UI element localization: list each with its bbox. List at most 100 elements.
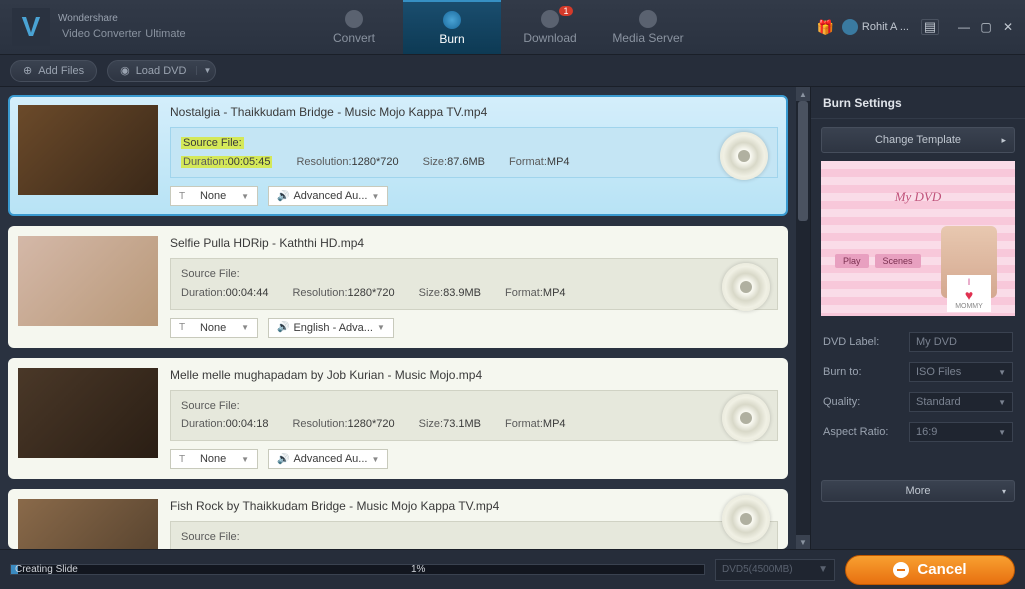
file-list: Nostalgia - Thaikkudam Bridge - Music Mo… [0, 87, 796, 549]
video-thumbnail[interactable] [18, 499, 158, 549]
load-dvd-button[interactable]: ◉ Load DVD ▼ [107, 60, 216, 82]
progress-percent: 1% [411, 564, 425, 575]
card-body: Fish Rock by Thaikkudam Bridge - Music M… [170, 499, 778, 539]
scroll-track[interactable] [796, 101, 810, 535]
cancel-button[interactable]: Cancel [845, 555, 1015, 585]
tab-burn[interactable]: Burn [403, 0, 501, 54]
convert-icon [345, 10, 363, 28]
dvd-size-select[interactable]: DVD5(4500MB)▼ [715, 559, 835, 581]
file-details: Source File: [170, 521, 778, 549]
add-icon: ⊕ [23, 64, 32, 77]
load-dvd-label: Load DVD [136, 65, 187, 77]
tab-convert[interactable]: Convert [305, 0, 403, 54]
preview-menu: Play Scenes [835, 254, 921, 268]
burn-settings: DVD Label: My DVD Burn to: ISO Files▼ Qu… [811, 322, 1025, 452]
preview-scenes: Scenes [875, 254, 921, 268]
tab-media-server-label: Media Server [612, 31, 683, 45]
aspect-ratio-select[interactable]: 16:9▼ [909, 422, 1013, 442]
card-controls: TNone▼ 🔊Advanced Au...▼ [170, 186, 778, 206]
close-button[interactable]: ✕ [999, 19, 1017, 35]
file-title: Fish Rock by Thaikkudam Bridge - Music M… [170, 499, 778, 513]
window-controls: — ▢ ✕ [955, 19, 1017, 35]
card-controls: TNone▼ 🔊English - Adva...▼ [170, 318, 778, 338]
card-body: Melle melle mughapadam by Job Kurian - M… [170, 368, 778, 469]
app-logo-icon: V [12, 8, 50, 46]
video-thumbnail[interactable] [18, 105, 158, 195]
tab-download[interactable]: Download 1 [501, 0, 599, 54]
stop-icon [893, 562, 909, 578]
audio-selector[interactable]: 🔊English - Adva...▼ [268, 318, 394, 338]
scroll-down-button[interactable]: ▼ [796, 535, 810, 549]
file-details: Source File: Duration:00:05:45 Resolutio… [170, 127, 778, 178]
change-template-label: Change Template [875, 134, 961, 146]
preview-note: I ♥ MOMMY [947, 275, 991, 312]
file-details: Source File: Duration:00:04:18 Resolutio… [170, 390, 778, 441]
file-title: Selfie Pulla HDRip - Kaththi HD.mp4 [170, 236, 778, 250]
brand-top: Wondershare [58, 13, 186, 24]
main-tabs: Convert Burn Download 1 Media Server [305, 0, 697, 54]
tab-burn-label: Burn [439, 32, 464, 46]
quality-label: Quality: [823, 396, 901, 408]
progress-status: Creating Slide [15, 564, 78, 575]
quality-select[interactable]: Standard▼ [909, 392, 1013, 412]
dvd-label-input[interactable]: My DVD [909, 332, 1013, 352]
file-card[interactable]: Fish Rock by Thaikkudam Bridge - Music M… [8, 489, 788, 549]
chevron-down-icon[interactable]: ▼ [196, 66, 211, 75]
disc-icon [720, 132, 768, 180]
dvd-label-row: DVD Label: My DVD [823, 332, 1013, 352]
user-account[interactable]: Rohit A ... [842, 19, 909, 35]
feedback-icon[interactable]: ▤ [921, 19, 939, 35]
chevron-down-icon: ▾ [1002, 487, 1006, 496]
dvd-label-label: DVD Label: [823, 336, 901, 348]
quality-row: Quality: Standard▼ [823, 392, 1013, 412]
download-icon [541, 10, 559, 28]
dvd-icon: ◉ [120, 64, 130, 77]
file-details: Source File: Duration:00:04:44 Resolutio… [170, 258, 778, 309]
source-file-label: Source File: [181, 137, 244, 149]
file-card[interactable]: Melle melle mughapadam by Job Kurian - M… [8, 358, 788, 479]
tab-media-server[interactable]: Media Server [599, 0, 697, 54]
subtitle-selector[interactable]: TNone▼ [170, 449, 258, 469]
subtitle-selector[interactable]: TNone▼ [170, 318, 258, 338]
gift-icon[interactable]: 🎁 [816, 19, 833, 36]
chevron-right-icon: ▸ [1001, 135, 1006, 146]
heart-icon: ♥ [949, 287, 989, 303]
toolbar: ⊕ Add Files ◉ Load DVD ▼ [0, 55, 1025, 87]
file-card[interactable]: Nostalgia - Thaikkudam Bridge - Music Mo… [8, 95, 788, 216]
preview-play: Play [835, 254, 869, 268]
audio-selector[interactable]: 🔊Advanced Au...▼ [268, 186, 388, 206]
video-thumbnail[interactable] [18, 236, 158, 326]
file-title: Nostalgia - Thaikkudam Bridge - Music Mo… [170, 105, 778, 119]
scroll-thumb[interactable] [798, 101, 808, 221]
panel-header: Burn Settings [811, 87, 1025, 119]
source-file-label: Source File: [181, 397, 767, 416]
scroll-up-button[interactable]: ▲ [796, 87, 810, 101]
disc-icon [722, 263, 770, 311]
video-thumbnail[interactable] [18, 368, 158, 458]
source-file-label: Source File: [181, 265, 767, 284]
cancel-label: Cancel [917, 561, 966, 578]
more-settings-button[interactable]: More ▾ [821, 480, 1015, 502]
subtitle-selector[interactable]: TNone▼ [170, 186, 258, 206]
burn-to-select[interactable]: ISO Files▼ [909, 362, 1013, 382]
change-template-button[interactable]: Change Template ▸ [821, 127, 1015, 153]
file-title: Melle melle mughapadam by Job Kurian - M… [170, 368, 778, 382]
audio-selector[interactable]: 🔊Advanced Au...▼ [268, 449, 388, 469]
burn-to-row: Burn to: ISO Files▼ [823, 362, 1013, 382]
template-preview[interactable]: My DVD Play Scenes I ♥ MOMMY [821, 161, 1015, 316]
brand-main: Video ConverterUltimate [58, 24, 186, 41]
burn-to-label: Burn to: [823, 366, 901, 378]
file-card[interactable]: Selfie Pulla HDRip - Kaththi HD.mp4 Sour… [8, 226, 788, 347]
download-badge: 1 [559, 6, 573, 16]
card-body: Selfie Pulla HDRip - Kaththi HD.mp4 Sour… [170, 236, 778, 337]
minimize-button[interactable]: — [955, 19, 973, 35]
tab-convert-label: Convert [333, 31, 375, 45]
source-file-label: Source File: [181, 528, 767, 547]
card-body: Nostalgia - Thaikkudam Bridge - Music Mo… [170, 105, 778, 206]
aspect-ratio-label: Aspect Ratio: [823, 426, 901, 438]
add-files-button[interactable]: ⊕ Add Files [10, 60, 97, 82]
maximize-button[interactable]: ▢ [977, 19, 995, 35]
disc-icon [722, 394, 770, 442]
list-scrollbar[interactable]: ▲ ▼ [796, 87, 810, 549]
media-server-icon [639, 10, 657, 28]
